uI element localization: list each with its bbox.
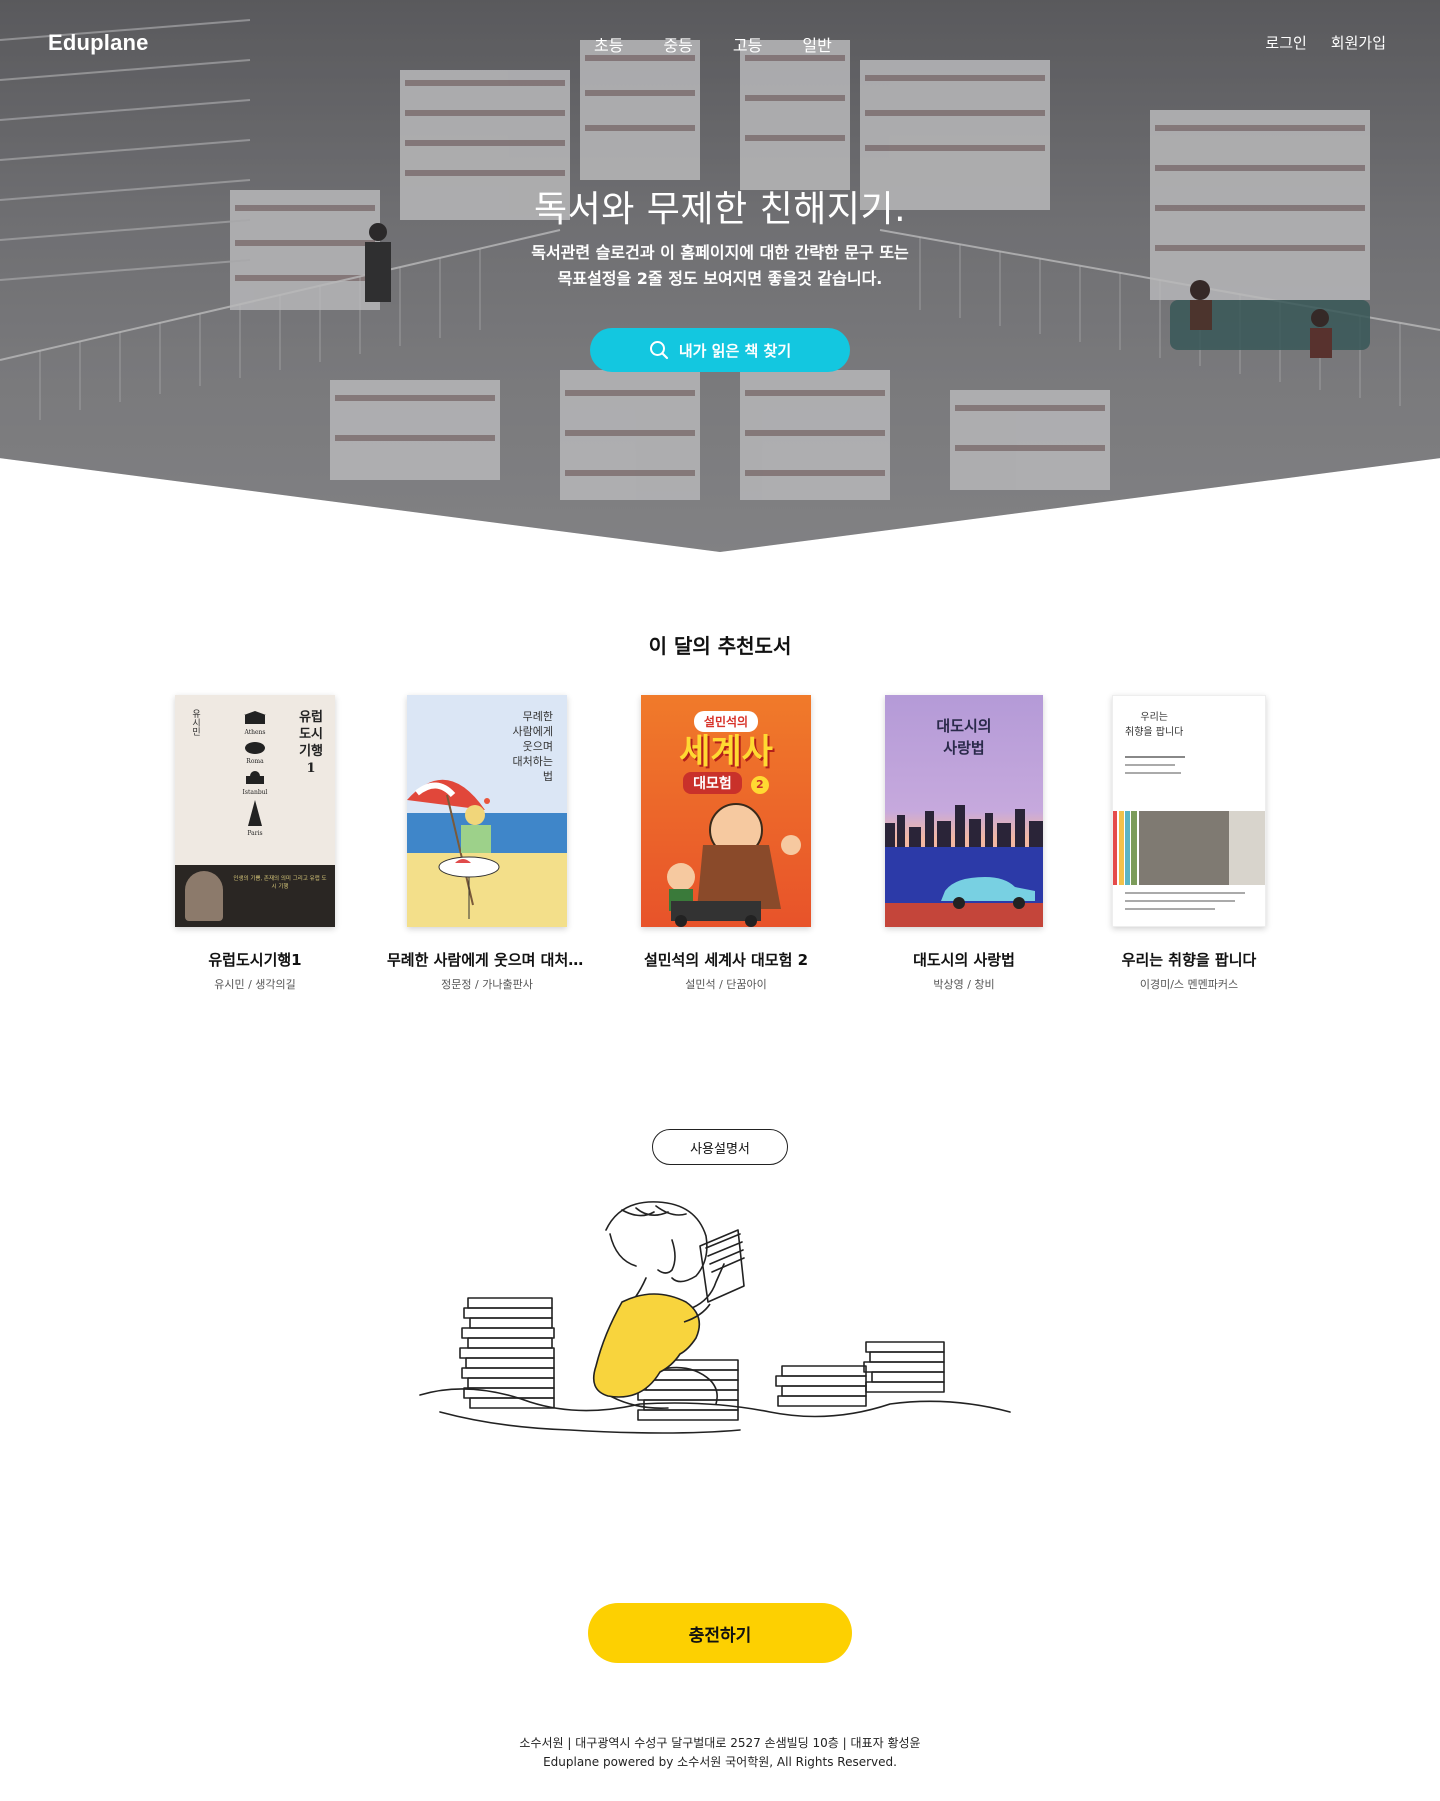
author-photo [185, 871, 223, 921]
beach-illustration [407, 779, 567, 927]
cover-tagline: 인생의 기쁨, 존재의 의미 그리고 유럽 도시 기행 [233, 876, 327, 890]
book-author: 유시민 / 생각의길 [214, 978, 296, 991]
signup-link[interactable]: 회원가입 [1331, 32, 1386, 53]
cover-title-line: 1 [306, 761, 316, 776]
book-cover[interactable]: 유시민 유럽 도시 기행 1 Athens Roma Istanbul Pari… [175, 695, 335, 927]
find-read-books-button[interactable]: 내가 읽은 책 찾기 [590, 328, 850, 372]
footer-address: 소수서원 | 대구광역시 수성구 달구벌대로 2527 손샘빌딩 10층 | 대… [519, 1736, 921, 1750]
nav-item-high[interactable]: 고등 [733, 32, 762, 56]
hero-subtitle-line2: 목표설정을 2줄 정도 보여지면 좋을것 같습니다. [557, 269, 883, 288]
book-cover[interactable]: 무례한 사람에게 웃으며 대처하는 법 [407, 695, 567, 927]
nav-item-middle[interactable]: 중등 [663, 32, 692, 56]
mosque-icon [246, 771, 264, 784]
book-card[interactable]: 대도시의 사랑법 대도시의 사랑법 박상영 / 창비 [864, 695, 1064, 992]
temple-icon [244, 711, 266, 724]
hero-banner: Eduplane 초등 중등 고등 일반 로그인 회원가입 독서와 무제한 친해… [0, 0, 1440, 552]
search-icon [649, 341, 668, 360]
book-title[interactable]: 유럽도시기행1 [155, 949, 355, 970]
cover-city-label: Athens [244, 729, 266, 736]
footer-copyright: Eduplane powered by 소수서원 국어학원, All Right… [543, 1755, 897, 1769]
login-link[interactable]: 로그인 [1265, 32, 1306, 53]
book-card[interactable]: 유시민 유럽 도시 기행 1 Athens Roma Istanbul Pari… [155, 695, 355, 992]
nav-item-elementary[interactable]: 초등 [594, 32, 623, 56]
book-title[interactable]: 대도시의 사랑법 [864, 949, 1064, 970]
account-nav: 로그인 회원가입 [1265, 32, 1386, 53]
book-cover[interactable]: 대도시의 사랑법 [885, 695, 1043, 927]
cover-author: 유시민 [190, 709, 200, 736]
main-nav: 초등 중등 고등 일반 [594, 32, 832, 56]
hero-title: 독서와 무제한 친해지기. [533, 189, 907, 230]
book-cover[interactable]: 설민석의 세계사 대모험 2 [641, 695, 811, 927]
book-author: 이경미/스 멘멘파커스 [1139, 978, 1239, 991]
book-author: 정문정 / 가나출판사 [441, 978, 533, 991]
book-card[interactable]: 설민석의 세계사 대모험 2 설민석의 세계사 대모험 2 설민석 / 단꿈아이 [626, 695, 826, 992]
book-title[interactable]: 설민석의 세계사 대모험 2 [626, 949, 826, 970]
cover-photo-band: 인생의 기쁨, 존재의 의미 그리고 유럽 도시 기행 [175, 865, 335, 927]
book-cover[interactable]: 우리는 취향을 팝니다 [1112, 695, 1266, 927]
cover-landmarks: Athens Roma Istanbul Paris [233, 711, 277, 837]
cover-title-line: 기행 [299, 744, 323, 759]
site-logo[interactable]: Eduplane [48, 30, 149, 56]
book-card[interactable]: 무례한 사람에게 웃으며 대처하는 법 무례한 사람에게 웃으며 대처하는 법 … [387, 695, 587, 992]
footer: 소수서원 | 대구광역시 수성구 달구벌대로 2527 손샘빌딩 10층 | 대… [0, 1734, 1440, 1772]
city-illustration [885, 805, 1043, 927]
shop-photo [1113, 756, 1265, 910]
cover-title-line: 유럽 [299, 710, 323, 725]
eiffel-tower-icon [248, 800, 262, 826]
book-title[interactable]: 우리는 취향을 팝니다 [1089, 949, 1289, 970]
adventure-illustration [667, 803, 801, 927]
cover-title-line: 도시 [299, 727, 323, 742]
hero-subtitle: 독서관련 슬로건과 이 홈페이지에 대한 간략한 문구 또는 목표설정을 2줄 … [0, 240, 1440, 292]
book-author: 설민석 / 단꿈아이 [685, 978, 767, 991]
book-title[interactable]: 무례한 사람에게 웃으며 대처하는 법 [387, 949, 587, 970]
recommended-books-title: 이 달의 추천도서 [648, 634, 792, 658]
reading-woman-illustration [419, 1201, 1011, 1434]
nav-item-general[interactable]: 일반 [802, 32, 831, 56]
cover-city-label: Paris [247, 830, 263, 837]
charge-button[interactable]: 충전하기 [588, 1603, 852, 1663]
find-read-books-label: 내가 읽은 책 찾기 [678, 341, 792, 360]
book-card[interactable]: 우리는 취향을 팝니다 우리는 취향을 팝니다 이경미/스 멘멘파커스 [1089, 695, 1289, 992]
cover-city-label: Istanbul [242, 789, 268, 796]
hero-subtitle-line1: 독서관련 슬로건과 이 홈페이지에 대한 간략한 문구 또는 [531, 243, 909, 262]
cover-city-label: Roma [246, 758, 264, 765]
colosseum-icon [245, 742, 265, 754]
user-guide-button[interactable]: 사용설명서 [652, 1129, 788, 1165]
cover-title: 유럽 도시 기행 1 [299, 709, 323, 777]
book-author: 박상영 / 창비 [933, 978, 995, 991]
